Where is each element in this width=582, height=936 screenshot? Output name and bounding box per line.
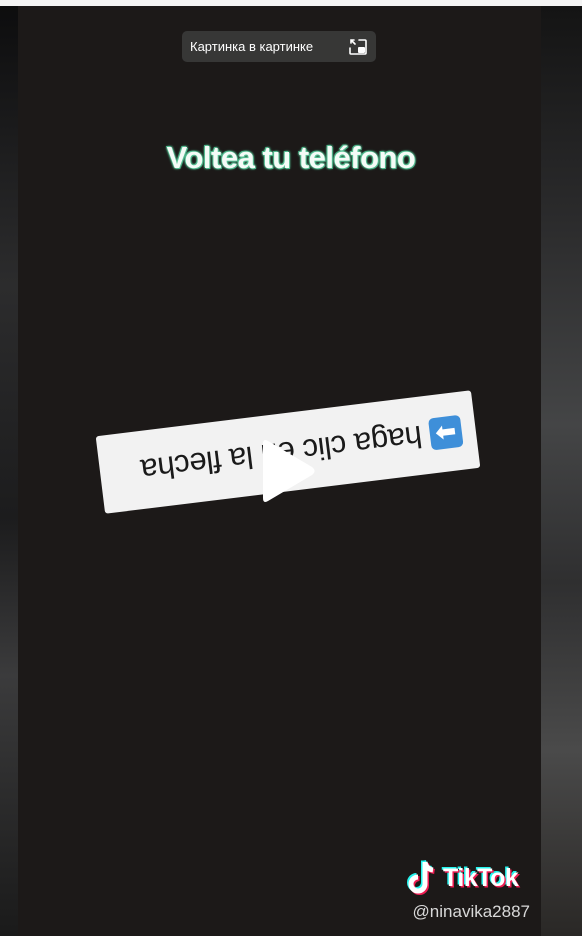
play-icon[interactable] <box>257 438 317 504</box>
tiktok-logo: TikTok <box>405 858 519 898</box>
arrow-right-icon: ➡ <box>427 414 464 451</box>
creator-handle: @ninavika2887 <box>412 902 530 921</box>
pip-label: Картинка в картинке <box>190 39 314 54</box>
picture-in-picture-icon <box>349 38 367 55</box>
picture-in-picture-button[interactable]: Картинка в картинке <box>182 31 376 62</box>
tiktok-wordmark: TikTok <box>443 863 519 892</box>
tiktok-note-icon <box>407 860 435 895</box>
video-headline: Voltea tu teléfono <box>166 140 416 175</box>
